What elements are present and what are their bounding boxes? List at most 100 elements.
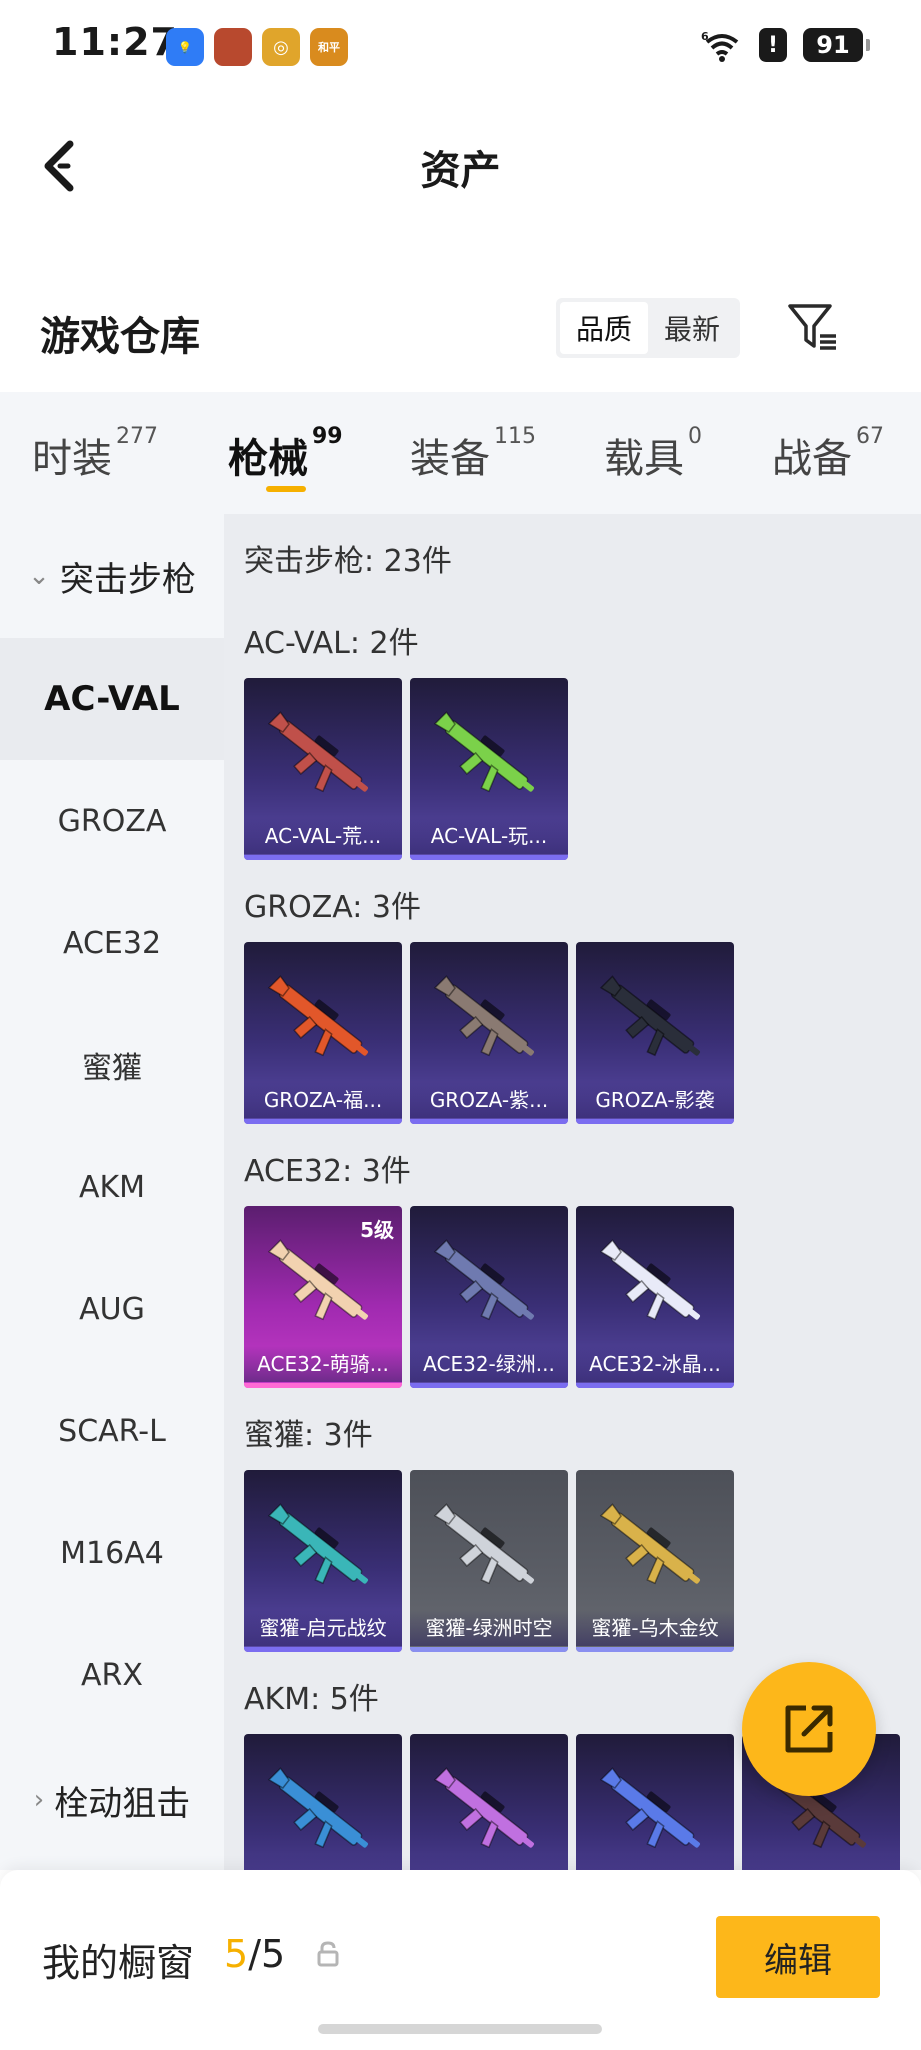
showcase-count: 5/5 [224, 1932, 285, 1976]
weapon-skin-icon [267, 975, 368, 1057]
tab-count: 99 [312, 424, 343, 449]
weapon-skin-card[interactable]: 蜜獾-启元战纹 [244, 1470, 402, 1652]
tab-label: 载具 [604, 436, 684, 482]
weapon-skin-name: ACE32-冰晶... [576, 1346, 734, 1382]
weapon-skin-icon [267, 1503, 368, 1585]
weapon-skin-icon [599, 975, 700, 1057]
weapon-skin-name: 蜜獾-绿洲时空 [410, 1610, 568, 1646]
tab-count: 0 [688, 424, 702, 449]
tab-supplies[interactable]: 战备 67 [772, 424, 884, 484]
weapon-skin-card[interactable]: ACE32-绿洲... [410, 1206, 568, 1388]
weapon-skin-icon [433, 1239, 534, 1321]
weapon-skin-icon [433, 711, 534, 793]
showcase-total: 5 [261, 1932, 286, 1976]
sidebar-group-label: 突击步枪 [59, 559, 196, 600]
tab-count: 67 [856, 424, 884, 449]
edit-showcase-button[interactable]: 编辑 [716, 1916, 880, 1998]
skin-grid-groza: GROZA-福... GROZA-紫... GROZA-影袭 [244, 942, 734, 1124]
showcase-used: 5 [224, 1932, 249, 1976]
lock-icon [317, 1941, 339, 1967]
weapon-skin-card[interactable]: GROZA-影袭 [576, 942, 734, 1124]
category-count-title: 突击步枪: 23件 [244, 544, 452, 579]
sidebar-item-aug[interactable]: AUG [0, 1248, 224, 1370]
tab-equipment[interactable]: 装备 115 [410, 424, 536, 484]
weapon-skin-icon [267, 711, 368, 793]
page-title: 资产 [420, 148, 501, 194]
status-time: 11:27 [52, 20, 178, 64]
filter-icon[interactable] [786, 300, 840, 354]
sidebar-group-assault-rifles[interactable]: ⌄ 突击步枪 [0, 514, 224, 638]
section-title-akm: AKM: 5件 [244, 1682, 379, 1717]
weapon-skin-icon [599, 1239, 700, 1321]
weapon-skin-icon [267, 1767, 368, 1849]
showcase-separator: / [248, 1932, 261, 1976]
sidebar-item-akm[interactable]: AKM [0, 1126, 224, 1248]
target-app-icon: ◎ [262, 28, 300, 66]
skin-grid-ac-val: AC-VAL-荒... AC-VAL-玩... [244, 678, 568, 860]
skin-grid-ace32: 5级 ACE32-萌骑... ACE32-绿洲... ACE32-冰晶... [244, 1206, 734, 1388]
section-title-groza: GROZA: 3件 [244, 890, 421, 925]
weapon-skin-icon [599, 1503, 700, 1585]
weapon-skin-card[interactable]: AC-VAL-荒... [244, 678, 402, 860]
category-tabs: 时装 277 枪械 99 装备 115 载具 0 战备 67 [0, 392, 921, 514]
weapon-skin-name: 蜜獾-启元战纹 [244, 1610, 402, 1646]
weapon-type-sidebar: ⌄ 突击步枪 AC-VAL GROZA ACE32 蜜獾 AKM AUG SCA… [0, 514, 224, 1870]
sidebar-item-ace32[interactable]: ACE32 [0, 882, 224, 1004]
weapon-skin-card[interactable]: 蜜獾-乌木金纹 [576, 1470, 734, 1652]
chevron-right-icon: › [33, 1785, 45, 1815]
tab-label: 装备 [410, 436, 490, 482]
sidebar-item-arx[interactable]: ARX [0, 1614, 224, 1736]
weapon-skin-icon [599, 1767, 700, 1849]
weapon-skin-card[interactable] [576, 1734, 734, 1870]
weapon-skin-name: ACE32-萌骑... [244, 1346, 402, 1382]
active-tab-indicator [266, 486, 306, 492]
sort-toggle: 品质 最新 [556, 298, 740, 358]
tab-fashion[interactable]: 时装 277 [32, 424, 158, 484]
sidebar-item-scar-l[interactable]: SCAR-L [0, 1370, 224, 1492]
level-badge: 5级 [360, 1218, 394, 1242]
weapon-skin-icon [433, 975, 534, 1057]
sidebar-group-label: 栓动狙击 [54, 1783, 191, 1824]
peace-elite-app-icon: 和平 [310, 28, 348, 66]
weapon-skin-card[interactable]: AC-VAL-玩... [410, 678, 568, 860]
bulb-app-icon: 💡 [166, 28, 204, 66]
weapon-skin-card[interactable] [244, 1734, 402, 1870]
tab-firearms[interactable]: 枪械 99 [228, 424, 343, 484]
weapon-skin-card[interactable]: GROZA-福... [244, 942, 402, 1124]
alert-icon: ! [759, 28, 787, 62]
weapon-skin-card[interactable]: ACE32-冰晶... [576, 1206, 734, 1388]
section-title-ace32: ACE32: 3件 [244, 1154, 411, 1189]
tab-count: 115 [494, 424, 536, 449]
home-indicator[interactable] [318, 2024, 602, 2034]
sidebar-group-bolt-snipers[interactable]: › 栓动狙击 [0, 1738, 224, 1862]
tab-label: 时装 [32, 436, 112, 482]
weapon-skin-icon [433, 1767, 534, 1849]
section-title-ac-val: AC-VAL: 2件 [244, 626, 419, 661]
status-indicators: 6 ! 91 [701, 28, 870, 62]
sidebar-item-honey-badger[interactable]: 蜜獾 [0, 1004, 224, 1126]
sidebar-item-ac-val[interactable]: AC-VAL [0, 638, 224, 760]
share-icon [785, 1705, 833, 1753]
sort-newest-button[interactable]: 最新 [648, 302, 736, 354]
weapon-skin-card[interactable]: 蜜獾-绿洲时空 [410, 1470, 568, 1652]
skin-grid-honey-badger: 蜜獾-启元战纹 蜜獾-绿洲时空 蜜獾-乌木金纹 [244, 1470, 734, 1652]
weapon-skin-name: AC-VAL-荒... [244, 818, 402, 854]
weapon-skin-icon [433, 1503, 534, 1585]
weapon-skin-card[interactable]: GROZA-紫... [410, 942, 568, 1124]
chevron-down-icon: ⌄ [28, 561, 50, 591]
weapon-skin-card[interactable] [410, 1734, 568, 1870]
share-button[interactable] [742, 1662, 876, 1796]
tab-count: 277 [116, 424, 158, 449]
status-bar: 11:27 💡 ◎ 和平 6 ! 91 [0, 0, 921, 96]
weapon-skin-name: ACE32-绿洲... [410, 1346, 568, 1382]
tab-label: 枪械 [228, 436, 308, 482]
weapon-skin-card[interactable]: 5级 ACE32-萌骑... [244, 1206, 402, 1388]
sidebar-item-m16a4[interactable]: M16A4 [0, 1492, 224, 1614]
sidebar-item-groza[interactable]: GROZA [0, 760, 224, 882]
sort-quality-button[interactable]: 品质 [560, 302, 648, 354]
section-title-honey-badger: 蜜獾: 3件 [244, 1418, 373, 1453]
weapon-skin-name: GROZA-影袭 [576, 1082, 734, 1118]
tab-vehicles[interactable]: 载具 0 [604, 424, 702, 484]
battery-icon: 91 [803, 28, 870, 62]
weapon-skin-name: 蜜獾-乌木金纹 [576, 1610, 734, 1646]
